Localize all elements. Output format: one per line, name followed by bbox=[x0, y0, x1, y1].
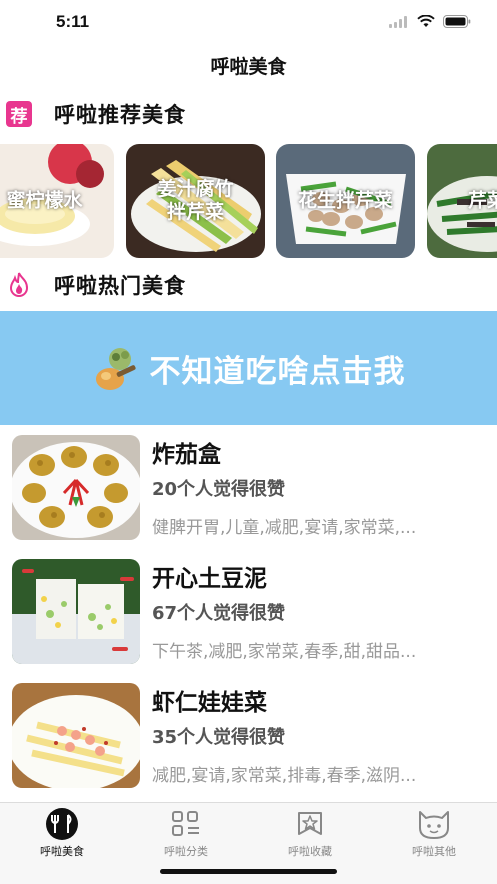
food-image bbox=[12, 435, 140, 540]
cat-other-icon bbox=[415, 807, 453, 841]
food-list-item[interactable]: 虾仁娃娃菜 35个人觉得很赞 减肥,宴请,家常菜,排毒,春季,滋阴... bbox=[0, 683, 497, 793]
recommend-carousel[interactable]: 蜜柠檬水 姜汁腐竹 拌芹菜 花生拌芹菜 芹菜 bbox=[0, 144, 497, 259]
fire-icon bbox=[6, 272, 32, 298]
food-mascot-icon bbox=[95, 348, 136, 390]
status-icons bbox=[389, 15, 471, 28]
tab-other[interactable]: 呼啦其他 bbox=[372, 807, 496, 859]
tab-label: 呼啦收藏 bbox=[288, 845, 332, 858]
wifi-icon bbox=[417, 15, 435, 27]
food-name: 开心土豆泥 bbox=[152, 566, 267, 592]
recommend-badge-text: 荐 bbox=[10, 106, 28, 127]
tab-favorites[interactable]: 呼啦收藏 bbox=[248, 807, 372, 859]
tab-category[interactable]: 呼啦分类 bbox=[124, 807, 248, 859]
food-image bbox=[12, 683, 140, 788]
food-image bbox=[12, 559, 140, 664]
recommend-section-header: 荐 呼啦推荐美食 bbox=[6, 100, 186, 128]
food-likes: 67个人觉得很赞 bbox=[152, 603, 286, 624]
food-tags: 下午茶,减肥,家常菜,春季,甜,甜品... bbox=[152, 642, 417, 662]
tab-label: 呼啦其他 bbox=[412, 845, 456, 858]
recommend-card-label: 蜜柠檬水 bbox=[6, 189, 83, 212]
food-tab-icon bbox=[43, 807, 81, 841]
recommend-card-label: 芹菜炒 bbox=[467, 189, 497, 212]
tab-label: 呼啦分类 bbox=[164, 845, 208, 858]
food-likes: 20个人觉得很赞 bbox=[152, 479, 286, 500]
food-name: 虾仁娃娃菜 bbox=[152, 690, 267, 716]
status-bar: 5:11 bbox=[0, 0, 497, 44]
recommend-section-title: 呼啦推荐美食 bbox=[54, 103, 186, 127]
hot-section-header: 呼啦热门美食 bbox=[6, 271, 186, 299]
recommend-card[interactable]: 花生拌芹菜 bbox=[276, 144, 415, 258]
status-time: 5:11 bbox=[56, 12, 90, 31]
food-tags: 健脾开胃,儿童,减肥,宴请,家常菜,... bbox=[152, 518, 417, 538]
battery-icon bbox=[443, 15, 471, 28]
home-indicator bbox=[160, 869, 337, 874]
recommend-card[interactable]: 姜汁腐竹 拌芹菜 bbox=[126, 144, 265, 258]
food-list-item[interactable]: 开心土豆泥 67个人觉得很赞 下午茶,减肥,家常菜,春季,甜,甜品... bbox=[0, 559, 497, 669]
recommend-badge-icon: 荐 bbox=[6, 101, 32, 127]
recommend-card[interactable]: 蜜柠檬水 bbox=[0, 144, 114, 258]
page-title: 呼啦美食 bbox=[210, 56, 287, 78]
hot-section-title: 呼啦热门美食 bbox=[54, 274, 186, 298]
food-name: 炸茄盒 bbox=[152, 442, 221, 468]
star-favorite-icon bbox=[291, 807, 329, 841]
recommend-card[interactable]: 芹菜炒 bbox=[427, 144, 497, 258]
random-food-banner[interactable]: 不知道吃啥点击我 bbox=[0, 311, 497, 425]
banner-text: 不知道吃啥点击我 bbox=[149, 353, 406, 390]
signal-icon bbox=[389, 15, 407, 28]
food-tags: 减肥,宴请,家常菜,排毒,春季,滋阴... bbox=[152, 766, 417, 786]
recommend-card-label: 姜汁腐竹 拌芹菜 bbox=[157, 178, 234, 223]
food-list-item[interactable]: 炸茄盒 20个人觉得很赞 健脾开胃,儿童,减肥,宴请,家常菜,... bbox=[0, 435, 497, 545]
tab-label: 呼啦美食 bbox=[40, 845, 84, 858]
food-likes: 35个人觉得很赞 bbox=[152, 727, 286, 748]
recommend-card-label: 花生拌芹菜 bbox=[297, 189, 393, 212]
tab-home[interactable]: 呼啦美食 bbox=[0, 807, 124, 859]
grid-category-icon bbox=[167, 807, 205, 841]
